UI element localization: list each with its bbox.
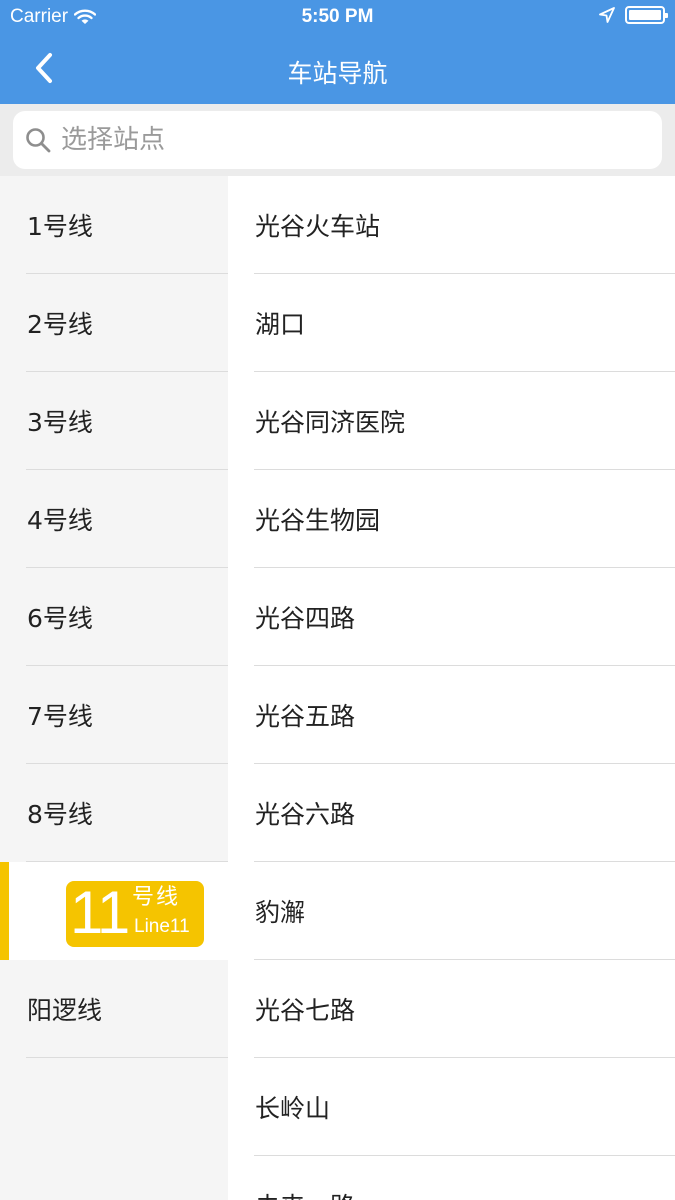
station-item[interactable]: 光谷五路 xyxy=(228,666,675,764)
line-item-4[interactable]: 4号线 xyxy=(0,470,228,568)
line-item-3[interactable]: 3号线 xyxy=(0,372,228,470)
line-item-11-selected[interactable]: 11 号线 Line11 xyxy=(0,862,228,960)
station-label: 光谷五路 xyxy=(255,702,356,731)
station-list: 光谷火车站 湖口 光谷同济医院 光谷生物园 光谷四路 光谷五路 光谷六路 豹澥 … xyxy=(228,176,675,1200)
station-item[interactable]: 光谷六路 xyxy=(228,764,675,862)
station-item[interactable]: 光谷生物园 xyxy=(228,470,675,568)
search-box[interactable] xyxy=(13,111,662,169)
search-bar xyxy=(0,104,675,176)
station-item[interactable]: 光谷同济医院 xyxy=(228,372,675,470)
station-item[interactable]: 光谷火车站 xyxy=(228,176,675,274)
station-label: 光谷六路 xyxy=(255,800,356,829)
station-label: 湖口 xyxy=(255,310,306,339)
station-label: 豹澥 xyxy=(255,898,306,927)
line-label: 7号线 xyxy=(27,702,93,731)
status-indicators xyxy=(599,6,668,24)
station-label: 光谷四路 xyxy=(255,604,356,633)
station-item[interactable]: 未来一路 xyxy=(228,1156,675,1200)
line-item-6[interactable]: 6号线 xyxy=(0,568,228,666)
station-item[interactable]: 光谷七路 xyxy=(228,960,675,1058)
search-icon xyxy=(26,128,51,153)
line-item-2[interactable]: 2号线 xyxy=(0,274,228,372)
status-time: 5:50 PM xyxy=(301,6,374,27)
battery-icon xyxy=(625,6,668,24)
location-arrow-icon xyxy=(599,7,615,23)
nav-bar: 车站导航 xyxy=(0,36,675,104)
station-label: 光谷火车站 xyxy=(255,212,381,241)
line-11-badge: 11 号线 Line11 xyxy=(66,879,204,947)
app-header: Carrier 5:50 PM 车站导航 xyxy=(0,0,675,104)
line-label: 1号线 xyxy=(27,212,93,241)
status-bar: Carrier 5:50 PM xyxy=(0,0,675,36)
line-item-yangluo[interactable]: 阳逻线 xyxy=(0,960,228,1058)
station-label: 光谷生物园 xyxy=(255,506,381,535)
line-label: 8号线 xyxy=(27,800,93,829)
line-label: 阳逻线 xyxy=(27,996,103,1025)
selection-indicator xyxy=(0,862,9,960)
station-label: 长岭山 xyxy=(255,1094,331,1123)
search-input[interactable] xyxy=(61,125,621,155)
line-label: 6号线 xyxy=(27,604,93,633)
line-item-7[interactable]: 7号线 xyxy=(0,666,228,764)
line-label: 4号线 xyxy=(27,506,93,535)
station-item[interactable]: 湖口 xyxy=(228,274,675,372)
line-label: 3号线 xyxy=(27,408,93,437)
station-label: 光谷七路 xyxy=(255,996,356,1025)
station-label: 光谷同济医院 xyxy=(255,408,406,437)
line-list: 1号线 2号线 3号线 4号线 6号线 7号线 8号线 11 号线 Line11… xyxy=(0,176,228,1200)
station-item[interactable]: 长岭山 xyxy=(228,1058,675,1156)
page-title: 车站导航 xyxy=(287,59,388,88)
line-label: 2号线 xyxy=(27,310,93,339)
station-item[interactable]: 光谷四路 xyxy=(228,568,675,666)
station-label: 未来一路 xyxy=(255,1187,355,1200)
badge-line-number: 11 xyxy=(70,879,130,946)
line-item-8[interactable]: 8号线 xyxy=(0,764,228,862)
badge-line-en: Line11 xyxy=(134,916,190,937)
badge-line-cn: 号线 xyxy=(132,885,181,910)
station-item[interactable]: 豹澥 xyxy=(228,862,675,960)
line-item-1[interactable]: 1号线 xyxy=(0,176,228,274)
